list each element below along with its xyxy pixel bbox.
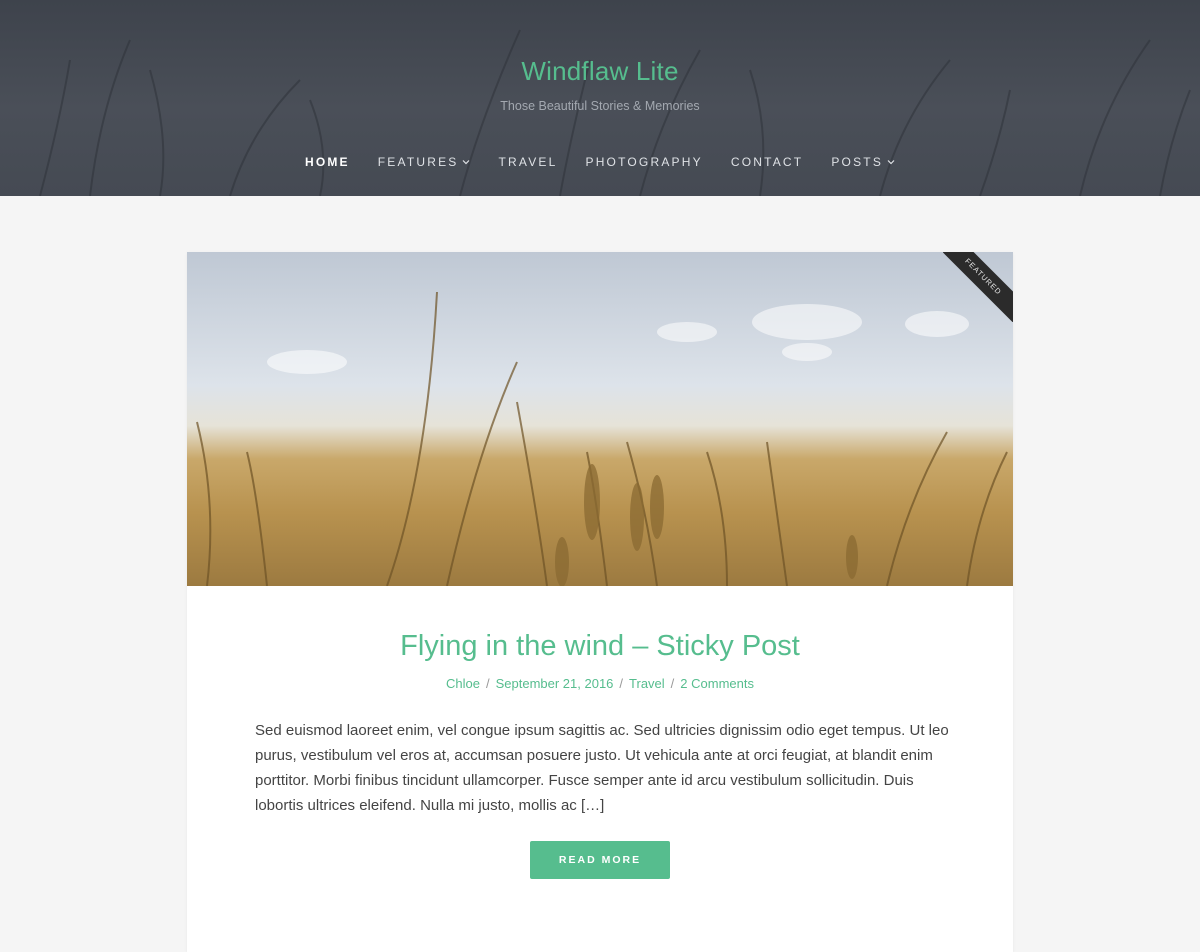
nav-item-label: POSTS — [831, 155, 884, 169]
post-featured-image[interactable]: FEATURED — [187, 252, 1013, 586]
meta-separator: / — [619, 676, 624, 691]
nav-item-label: HOME — [304, 155, 350, 169]
nav-item-label: PHOTOGRAPHY — [585, 155, 703, 169]
post-author-link[interactable]: Chloe — [446, 676, 480, 691]
chevron-down-icon — [887, 160, 895, 165]
nav-item-label: CONTACT — [730, 155, 804, 169]
nav-item-photography[interactable]: PHOTOGRAPHY — [585, 155, 702, 169]
post-comments-link[interactable]: 2 Comments — [680, 676, 754, 691]
meta-separator: / — [670, 676, 675, 691]
nav-item-travel[interactable]: TRAVEL — [498, 155, 557, 169]
post-excerpt: Sed euismod laoreet enim, vel congue ips… — [255, 722, 949, 814]
nav-item-contact[interactable]: CONTACT — [731, 155, 804, 169]
wheat-field-illustration — [196, 291, 1008, 586]
nav-item-features[interactable]: FEATURES — [378, 155, 471, 169]
nav-item-posts[interactable]: POSTS — [831, 155, 895, 169]
nav-item-label: TRAVEL — [498, 155, 558, 169]
post-meta: Chloe / September 21, 2016 / Travel / 2 Commen… — [187, 676, 1013, 691]
post-title[interactable]: Flying in the wind – Sticky Post — [187, 630, 1013, 663]
featured-ribbon: FEATURED — [943, 252, 1013, 322]
main-nav: HOME FEATURES TRAVEL PHOTOGRAPHY CONTACT… — [0, 155, 1200, 169]
sticky-post-card: FEATURED Flying in the wind – Sticky Pos… — [187, 252, 1013, 952]
meta-separator: / — [485, 676, 490, 691]
nav-item-home[interactable]: HOME — [305, 155, 350, 169]
site-title[interactable]: Windflaw Lite — [0, 56, 1200, 87]
nav-item-label: FEATURES — [377, 155, 459, 169]
read-more-button[interactable]: READ MORE — [530, 841, 670, 879]
post-date-link[interactable]: September 21, 2016 — [496, 676, 614, 691]
chevron-down-icon — [463, 160, 470, 165]
site-tagline: Those Beautiful Stories & Memories — [500, 99, 700, 113]
post-category-link[interactable]: Travel — [629, 676, 665, 691]
site-header: Windflaw Lite Those Beautiful Stories & … — [0, 0, 1200, 196]
featured-badge: FEATURED — [943, 252, 1013, 322]
